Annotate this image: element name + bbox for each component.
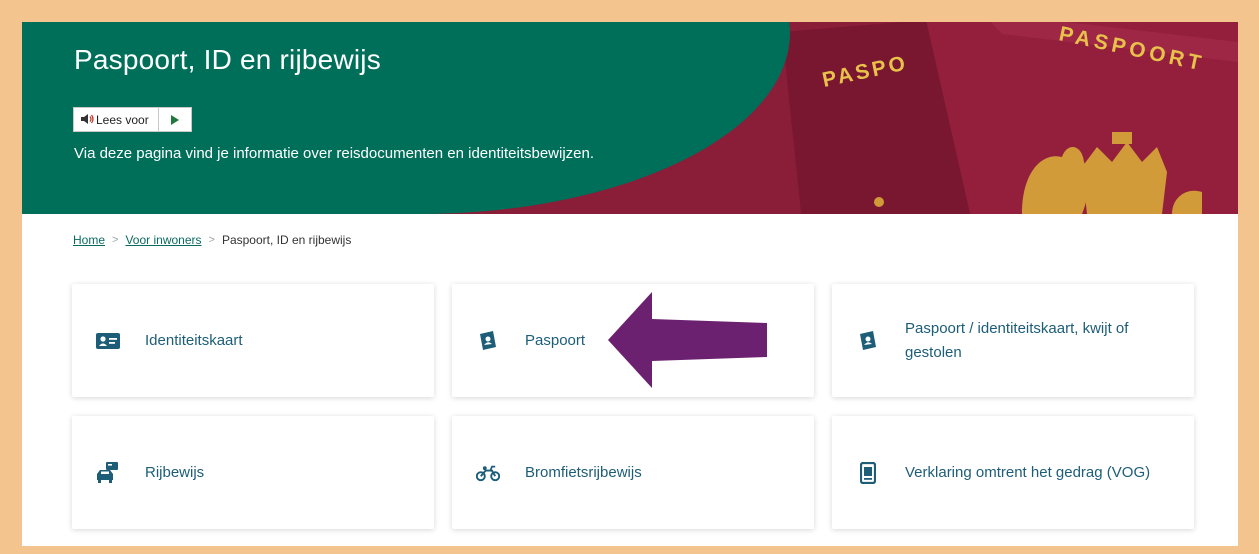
passport-lost-icon — [856, 329, 880, 353]
speaker-icon — [81, 114, 94, 124]
hero-banner: PASPO PASPOORT Paspoort, ID en rijbewijs… — [22, 22, 1238, 214]
card-label: Paspoort / identiteitskaart, kwijt of ge… — [905, 319, 1129, 361]
read-aloud-bar: Lees voor — [73, 107, 192, 132]
card-label: Rijbewijs — [145, 463, 205, 481]
play-icon — [170, 114, 179, 125]
id-card-icon — [96, 329, 120, 353]
card-label: Bromfietsrijbewijs — [525, 463, 642, 481]
passport-icon — [476, 329, 500, 353]
annotation-arrow-icon — [608, 292, 767, 388]
card-label: Identiteitskaart — [145, 331, 243, 349]
card-rijbewijs[interactable]: Rijbewijs — [72, 416, 434, 529]
read-aloud-button[interactable]: Lees voor — [74, 108, 159, 131]
card-label: Verklaring omtrent het gedrag (VOG) — [905, 463, 1151, 481]
car-icon — [96, 461, 120, 485]
page-title: Paspoort, ID en rijbewijs — [74, 44, 381, 75]
breadcrumb-home[interactable]: Home — [73, 233, 105, 247]
breadcrumb: Home > Voor inwoners > Paspoort, ID en r… — [73, 233, 351, 247]
breadcrumb-current: Paspoort, ID en rijbewijs — [221, 233, 352, 247]
moped-icon — [476, 461, 500, 485]
card-identiteitskaart[interactable]: Identiteitskaart — [72, 284, 434, 397]
card-bromfietsrijbewijs[interactable]: Bromfietsrijbewijs — [452, 416, 814, 529]
card-vog[interactable]: Verklaring omtrent het gedrag (VOG) — [832, 416, 1194, 529]
page-frame: PASPO PASPOORT Paspoort, ID en rijbewijs… — [22, 22, 1238, 546]
document-icon — [856, 461, 880, 485]
breadcrumb-separator: > — [112, 234, 119, 246]
card-paspoort-kwijt[interactable]: Paspoort / identiteitskaart, kwijt of ge… — [832, 284, 1194, 397]
breadcrumb-voor-inwoners[interactable]: Voor inwoners — [125, 233, 201, 247]
play-button[interactable] — [159, 108, 191, 131]
breadcrumb-separator: > — [208, 234, 215, 246]
hero-intro-text: Via deze pagina vind je informatie over … — [74, 145, 595, 162]
read-aloud-label: Lees voor — [96, 112, 149, 127]
